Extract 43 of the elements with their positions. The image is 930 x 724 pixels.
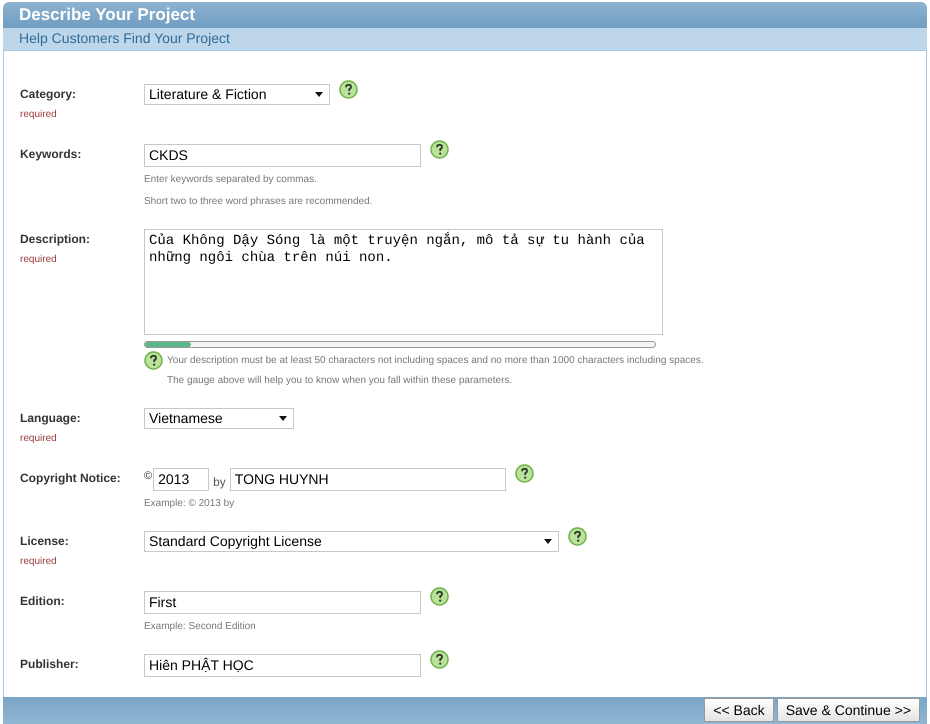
field-label: Description: [20,230,92,246]
by-label: by [213,474,226,491]
copyright-symbol: © [144,468,152,484]
caret-icon [544,538,552,544]
caret-icon [279,416,287,421]
text-field[interactable]: First [144,590,421,614]
hint-text: Enter keywords separated by commas. [144,172,318,187]
field-label: Publisher: [20,656,80,671]
nav-button[interactable]: << Back [704,698,774,722]
dropdown[interactable]: Standard Copyright License [144,530,559,552]
help-icon[interactable] [339,80,358,99]
field-label: Category: [20,86,78,101]
text-field[interactable]: CKDS [144,144,421,167]
field-label: Keywords: [20,146,82,161]
text-field[interactable]: 2013 [153,468,210,491]
hint-text: The gauge above will help you to know when you fall within these parameters. [167,374,512,388]
hint-text: Example: © 2013 by [144,496,236,511]
dropdown[interactable]: Vietnamese [144,408,294,429]
page-title: Describe Your Project [19,4,196,26]
help-icon[interactable] [514,464,534,483]
required-note: required [20,432,58,446]
text-field[interactable]: TONG HUYNH [230,468,506,491]
hint-text: Short two to three word phrases are recommended. [144,194,374,209]
dropdown[interactable]: Literature & Fiction [144,84,330,105]
help-icon[interactable] [568,526,587,546]
nav-button[interactable]: Save & Continue >> [776,698,920,722]
help-icon[interactable] [430,650,449,669]
field-label: Language: [20,410,82,425]
help-icon[interactable] [430,586,449,606]
hint-text: Your description must be at least 50 characters not including spaces and no more than 1000 characters including spaces. [167,354,704,368]
hint-text: Example: Second Edition [144,620,257,634]
field-label: License: [20,532,70,548]
required-note: required [20,108,58,122]
field-label: Edition: [20,592,66,608]
section-title: Help Customers Find Your Project [19,29,230,48]
required-note: required [20,252,58,267]
help-icon[interactable] [430,140,449,159]
text-field[interactable]: Hiên PHẬT HỌC [144,654,421,677]
help-icon[interactable] [144,350,163,370]
required-note: required [20,554,58,569]
caret-icon [315,92,323,97]
field-label: Copyright Notice: [20,470,122,485]
description-field[interactable]: Của Không Dậy Sóng là một truyện ngắn, mô tả sự tu hành của những ngôi chùa trên núi non. [144,228,663,335]
